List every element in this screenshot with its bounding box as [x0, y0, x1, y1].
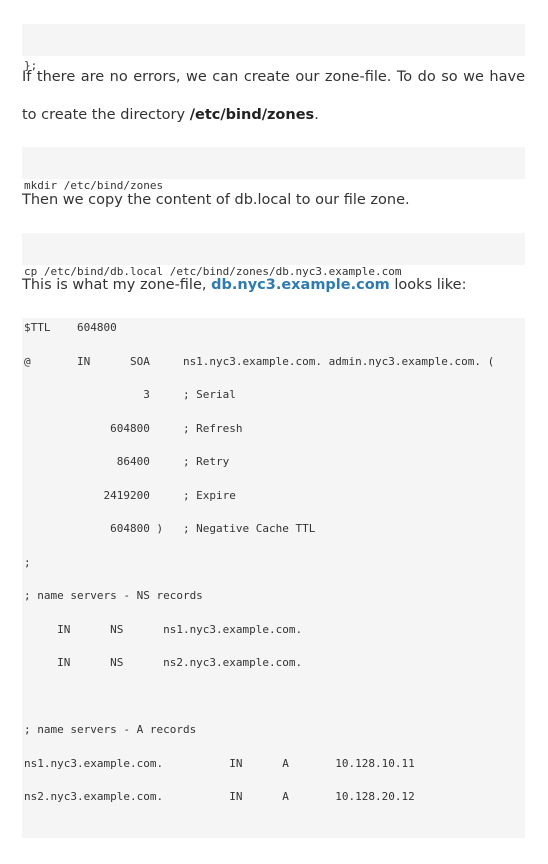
paragraph-text: looks like:: [389, 277, 467, 293]
code-block-config-end: };: [22, 24, 525, 72]
zone-file-line: ; name servers - NS records: [24, 589, 203, 602]
zone-file-line: 3 ; Serial: [24, 388, 236, 401]
zone-file-line: [24, 687, 525, 721]
zone-file-line: IN NS ns2.nyc3.example.com.: [24, 656, 303, 669]
paragraph-create-zone-file: If there are no errors, we can create ou…: [22, 58, 525, 134]
paragraph-text: .: [314, 107, 319, 123]
zone-file-line: ; name servers - A records: [24, 723, 197, 736]
paragraph-copy-content: Then we copy the content of db.local to …: [22, 192, 410, 208]
paragraph-zone-file-intro: This is what my zone-file, db.nyc3.examp…: [22, 266, 525, 304]
zone-file-link[interactable]: db.nyc3.example.com: [211, 277, 390, 293]
zone-file-line: ns1.nyc3.example.com. IN A 10.128.10.11: [24, 756, 415, 770]
code-block-cp: cp /etc/bind/db.local /etc/bind/zones/db…: [22, 233, 525, 278]
zone-file-line: ns2.nyc3.example.com. IN A 10.128.20.12: [24, 790, 415, 803]
paragraph-text: This is what my zone-file,: [22, 277, 212, 293]
code-block-mkdir: mkdir /etc/bind/zones: [22, 147, 525, 192]
code-block-zone-file: $TTL 604800 @ IN SOA ns1.nyc3.example.com…: [22, 318, 525, 838]
zone-file-line: ;: [24, 555, 31, 569]
zone-file-line: $TTL 604800: [24, 321, 117, 334]
zone-file-line: 604800 ; Refresh: [24, 421, 243, 435]
zone-file-line: IN NS ns1.nyc3.example.com.: [24, 622, 303, 636]
directory-path: /etc/bind/zones: [189, 107, 315, 123]
zone-file-line: 2419200 ; Expire: [24, 488, 236, 502]
zone-file-line: 86400 ; Retry: [24, 455, 230, 468]
zone-file-line: 604800 ) ; Negative Cache TTL: [24, 522, 316, 535]
zone-file-line: @ IN SOA ns1.nyc3.example.com. admin.nyc…: [24, 354, 495, 368]
